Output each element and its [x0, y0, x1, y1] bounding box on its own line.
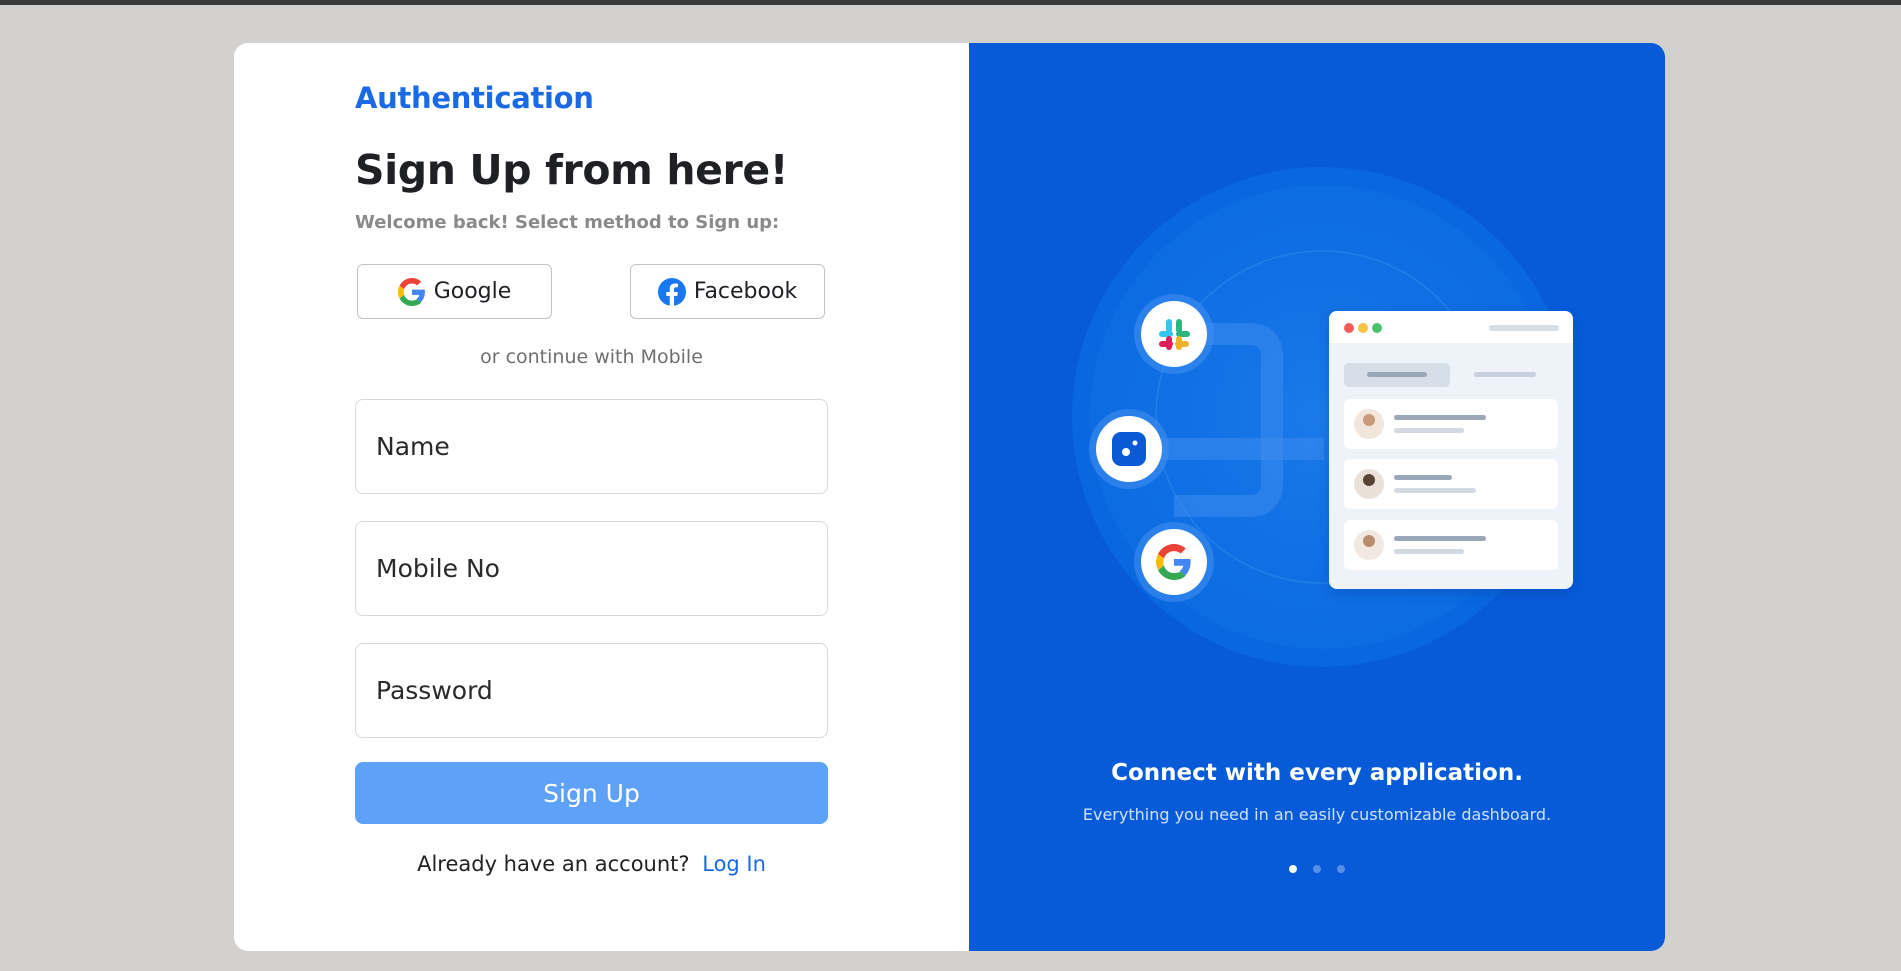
- window-dot-yellow: [1358, 323, 1368, 333]
- mobile-input[interactable]: [355, 521, 828, 616]
- slack-icon: [1134, 294, 1214, 374]
- page-title: Sign Up from here!: [355, 146, 789, 194]
- login-prompt: Already have an account? Log In: [355, 852, 828, 876]
- facebook-button-label: Facebook: [693, 279, 798, 304]
- promo-title: Connect with every application.: [1111, 760, 1523, 786]
- window-dot-red: [1344, 323, 1354, 333]
- brand-title: Authentication: [355, 81, 594, 115]
- page-subtitle: Welcome back! Select method to Sign up:: [355, 212, 780, 233]
- carousel-dot[interactable]: [1313, 865, 1321, 873]
- signup-button[interactable]: Sign Up: [355, 762, 828, 824]
- google-icon: [397, 277, 425, 306]
- window-dot-green: [1372, 323, 1382, 333]
- google-button-label: Google: [433, 279, 512, 304]
- login-prompt-text: Already have an account?: [417, 852, 690, 876]
- app-icon: [1089, 409, 1169, 489]
- name-input[interactable]: [355, 399, 828, 494]
- facebook-signup-button[interactable]: Facebook: [630, 264, 825, 319]
- dashboard-card: [1329, 311, 1573, 589]
- login-link[interactable]: Log In: [702, 852, 766, 876]
- carousel-dot[interactable]: [1337, 865, 1345, 873]
- window-top-strip: [0, 0, 1901, 5]
- google-signup-button[interactable]: Google: [357, 264, 552, 319]
- facebook-icon: [657, 277, 686, 306]
- signup-panel: Authentication Sign Up from here! Welcom…: [234, 43, 969, 951]
- auth-card: Authentication Sign Up from here! Welcom…: [234, 43, 1665, 951]
- promo-subtitle: Everything you need in an easily customi…: [1082, 805, 1552, 824]
- carousel-dot[interactable]: [1289, 865, 1297, 873]
- password-input[interactable]: [355, 643, 828, 738]
- mobile-divider-text: or continue with Mobile: [480, 346, 703, 368]
- carousel-dots: [969, 865, 1665, 873]
- promo-panel: Connect with every application. Everythi…: [969, 43, 1665, 951]
- google-app-icon: [1134, 522, 1214, 602]
